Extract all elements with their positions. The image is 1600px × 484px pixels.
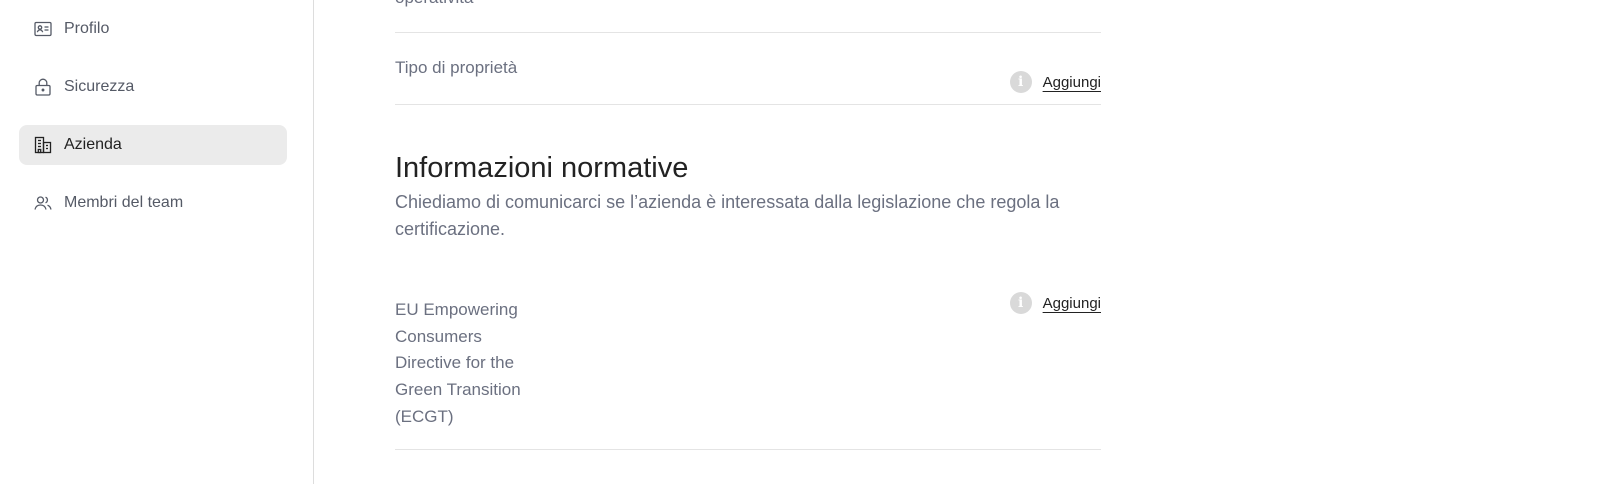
company-settings-content: operatività Tipo di proprietà i Aggiungi… xyxy=(395,0,1101,484)
settings-page: Profilo Sicurezza Azienda Membri del tea… xyxy=(0,0,1600,484)
info-icon[interactable]: i xyxy=(1009,292,1032,314)
lock-icon xyxy=(33,77,53,97)
sidebar-item-membri-del-team[interactable]: Membri del team xyxy=(19,183,287,223)
sidebar-item-sicurezza[interactable]: Sicurezza xyxy=(19,67,287,107)
sidebar-item-profilo[interactable]: Profilo xyxy=(19,9,287,49)
sidebar-item-azienda[interactable]: Azienda xyxy=(19,125,287,165)
field-label: EU Empowering Consumers Directive for th… xyxy=(395,300,521,426)
sidebar-item-label: Profilo xyxy=(64,20,110,37)
sidebar: Profilo Sicurezza Azienda Membri del tea… xyxy=(0,0,314,484)
building-icon xyxy=(33,135,53,155)
ecgt-directive-row: EU Empowering Consumers Directive for th… xyxy=(395,292,1101,450)
ownership-type-row: Tipo di proprietà i Aggiungi xyxy=(395,32,1101,105)
section-title: Informazioni normative xyxy=(395,152,689,184)
sidebar-item-label: Azienda xyxy=(64,136,122,153)
add-ownership-type-link[interactable]: Aggiungi xyxy=(1043,74,1101,91)
field-label: operatività xyxy=(395,0,473,10)
sidebar-item-label: Membri del team xyxy=(64,194,184,211)
id-card-icon xyxy=(33,19,53,39)
info-icon[interactable]: i xyxy=(1009,71,1032,93)
field-label: Tipo di proprietà xyxy=(395,58,518,77)
row-actions: i Aggiungi xyxy=(1009,292,1101,314)
sidebar-item-label: Sicurezza xyxy=(64,78,135,95)
row-actions: i Aggiungi xyxy=(1009,71,1101,93)
add-ecgt-link[interactable]: Aggiungi xyxy=(1043,295,1101,312)
users-icon xyxy=(33,193,53,213)
section-description: Chiediamo di comunicarci se l’azienda è … xyxy=(395,192,1060,239)
previous-field-row: operatività xyxy=(395,0,1101,33)
